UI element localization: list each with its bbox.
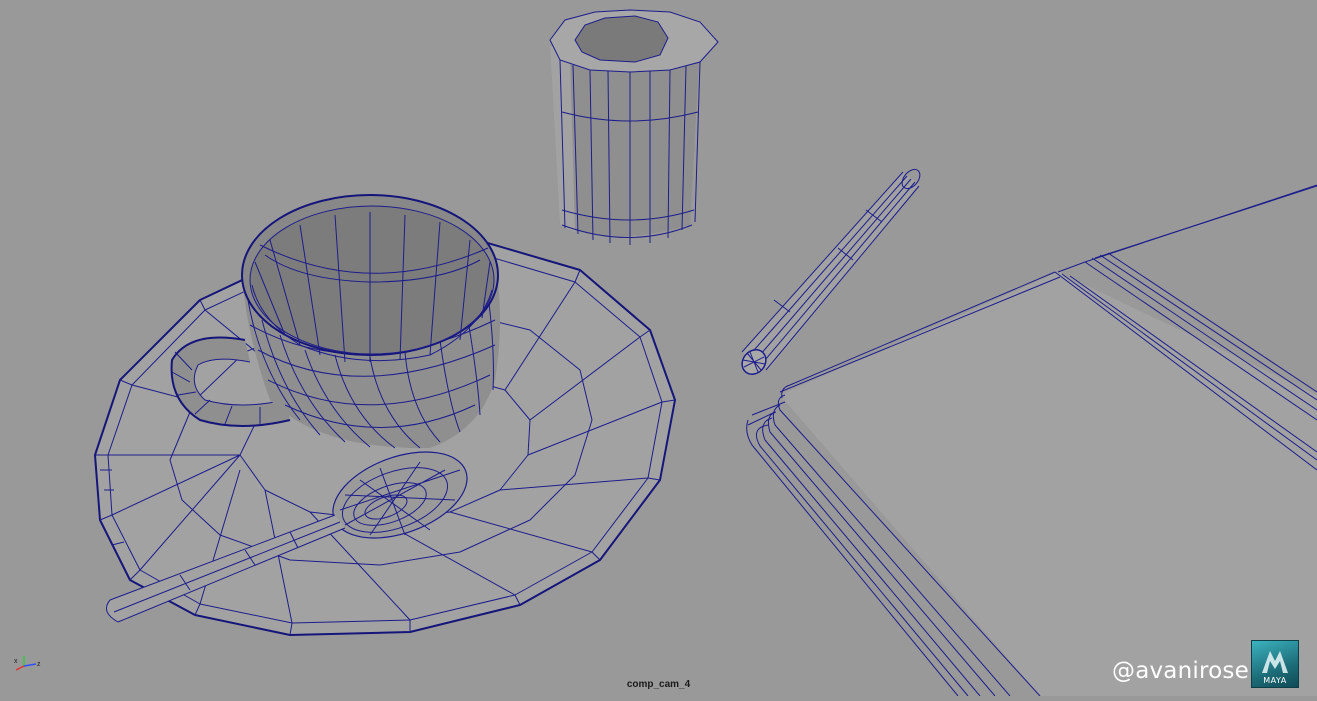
book-cover[interactable] — [780, 272, 1317, 696]
maya-logo-label: MAYA — [1263, 676, 1287, 685]
x-axis-line — [15, 665, 25, 671]
maya-logo-icon: MAYA — [1251, 640, 1299, 688]
axis-gizmo: x z — [14, 656, 41, 671]
z-axis-line — [23, 663, 37, 667]
watermark-text: @avanirose — [1112, 658, 1249, 684]
z-axis-label: z — [37, 661, 41, 668]
3d-viewport[interactable] — [0, 0, 1317, 697]
x-axis-label: x — [14, 658, 18, 665]
viewport-scene[interactable] — [0, 0, 1317, 697]
creamer-model[interactable] — [549, 9, 719, 245]
